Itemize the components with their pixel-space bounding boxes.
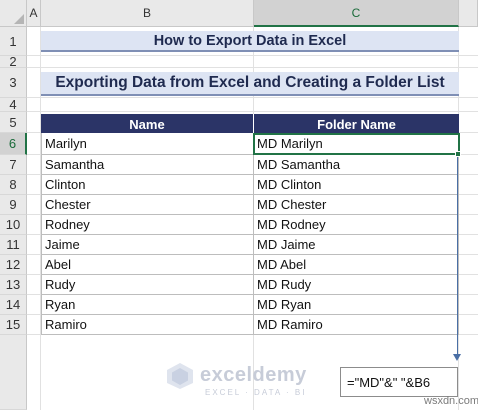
folder-name-cell[interactable]: MD Abel (254, 255, 459, 275)
name-cell[interactable]: Chester (41, 195, 254, 215)
row-header-15[interactable]: 15 (0, 315, 27, 335)
arrow-line (457, 157, 458, 354)
row-header-13[interactable]: 13 (0, 275, 27, 295)
column-header-a[interactable]: A (27, 0, 41, 27)
folder-name-cell[interactable]: MD Rudy (254, 275, 459, 295)
column-header-c[interactable]: C (254, 0, 459, 27)
name-cell[interactable]: Marilyn (41, 133, 254, 155)
row-header-filler (0, 335, 27, 410)
row-header-3[interactable]: 3 (0, 68, 27, 98)
name-cell[interactable]: Jaime (41, 235, 254, 255)
row-header-10[interactable]: 10 (0, 215, 27, 235)
row-header-2[interactable]: 2 (0, 54, 27, 69)
name-cell[interactable]: Rudy (41, 275, 254, 295)
watermark-name: exceldemy (200, 364, 307, 386)
name-cell[interactable]: Rodney (41, 215, 254, 235)
watermark-logo (165, 362, 195, 390)
row-header-8[interactable]: 8 (0, 175, 27, 195)
name-cell[interactable]: Samantha (41, 155, 254, 175)
folder-name-cell[interactable]: MD Ryan (254, 295, 459, 315)
source-label: wsxdn.com (424, 395, 478, 407)
folder-name-cell[interactable]: MD Chester (254, 195, 459, 215)
row-header-14[interactable]: 14 (0, 295, 27, 315)
select-all-corner[interactable] (0, 0, 27, 27)
row-header-1[interactable]: 1 (0, 27, 27, 56)
row-header-11[interactable]: 11 (0, 235, 27, 255)
folder-name-cell[interactable]: MD Samantha (254, 155, 459, 175)
name-cell[interactable]: Ramiro (41, 315, 254, 335)
row-header-12[interactable]: 12 (0, 255, 27, 275)
name-cell[interactable]: Ryan (41, 295, 254, 315)
page-title: How to Export Data in Excel (41, 31, 459, 52)
arrow-down-icon (453, 354, 461, 361)
folder-name-cell[interactable]: MD Ramiro (254, 315, 459, 335)
name-cell[interactable]: Clinton (41, 175, 254, 195)
section-subtitle: Exporting Data from Excel and Creating a… (41, 72, 459, 96)
select-all-triangle-icon (14, 14, 24, 24)
row-header-6[interactable]: 6 (0, 133, 27, 155)
folder-name-cell[interactable]: MD Clinton (254, 175, 459, 195)
column-header-b[interactable]: B (41, 0, 254, 27)
row-header-4[interactable]: 4 (0, 97, 27, 112)
fill-handle[interactable] (455, 151, 461, 157)
column-header-d[interactable] (459, 0, 478, 27)
exceldemy-logo-icon (167, 363, 193, 389)
name-cell[interactable]: Abel (41, 255, 254, 275)
active-cell-c6[interactable] (253, 133, 460, 155)
row-header-7[interactable]: 7 (0, 155, 27, 175)
row-header-9[interactable]: 9 (0, 195, 27, 215)
formula-callout: ="MD"&" "&B6 (340, 367, 458, 397)
row-header-5[interactable]: 5 (0, 112, 27, 133)
folder-name-cell[interactable]: MD Rodney (254, 215, 459, 235)
folder-name-cell[interactable]: MD Jaime (254, 235, 459, 255)
table-header-folder-name: Folder Name (254, 114, 459, 134)
watermark-tagline: EXCEL · DATA · BI (205, 388, 307, 397)
table-header-name: Name (41, 114, 254, 134)
